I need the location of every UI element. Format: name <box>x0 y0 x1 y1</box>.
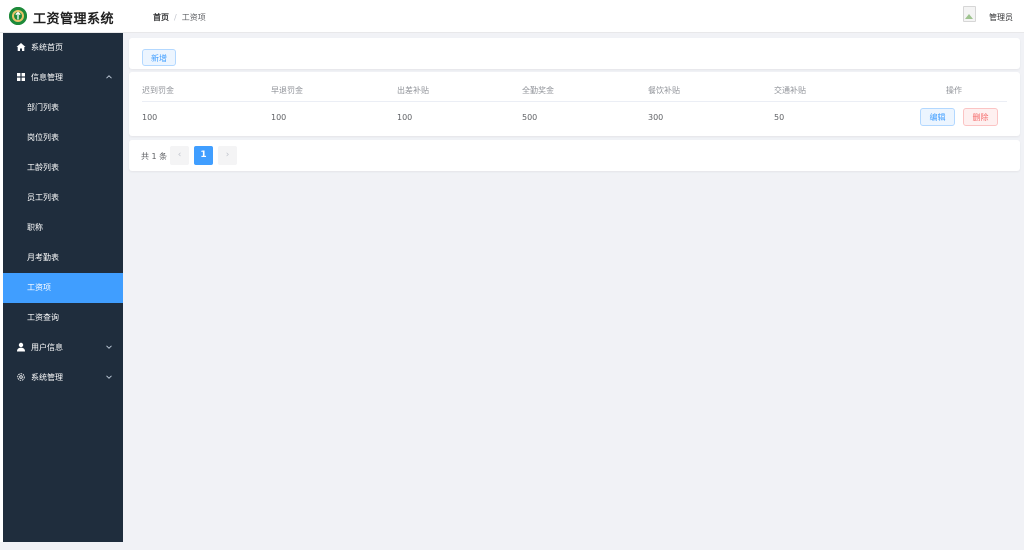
chevron-down-icon <box>106 345 112 349</box>
breadcrumb: 首页 / 工资项 <box>153 12 206 23</box>
table-cell: 300 <box>648 113 664 122</box>
delete-button[interactable]: 删除 <box>963 108 998 126</box>
column-header: 出差补贴 <box>397 86 429 95</box>
sidebar-item-home[interactable]: 系统首页 <box>3 33 123 63</box>
sidebar-item-titles[interactable]: 职称 <box>3 213 123 243</box>
header-divider <box>142 101 1007 102</box>
username[interactable]: 管理员 <box>989 12 1013 23</box>
sidebar-item-user-info[interactable]: 用户信息 <box>3 333 123 363</box>
sidebar-item-label: 工龄列表 <box>27 163 59 172</box>
sidebar-item-salary-query[interactable]: 工资查询 <box>3 303 123 333</box>
main-content: 新增 迟到罚金 早退罚金 出差补贴 全勤奖金 餐饮补贴 交通补贴 操作 100 … <box>123 33 1024 542</box>
salary-items-table: 迟到罚金 早退罚金 出差补贴 全勤奖金 餐饮补贴 交通补贴 操作 100 100… <box>129 72 1020 136</box>
column-header: 迟到罚金 <box>142 86 174 95</box>
top-header: 工资管理系统 首页 / 工资项 管理员 <box>0 0 1024 33</box>
sidebar-item-label: 用户信息 <box>31 343 63 352</box>
column-header: 全勤奖金 <box>522 86 554 95</box>
sidebar-item-employees[interactable]: 员工列表 <box>3 183 123 213</box>
table-cell: 100 <box>397 113 413 122</box>
sidebar-item-label: 岗位列表 <box>27 133 59 142</box>
sidebar-item-label: 月考勤表 <box>27 253 59 262</box>
grid-icon <box>17 73 25 81</box>
sidebar-item-label: 工资查询 <box>27 313 59 322</box>
add-button[interactable]: 新增 <box>142 49 176 66</box>
page-1-button[interactable]: 1 <box>194 146 213 165</box>
next-page-button[interactable]: › <box>218 146 237 165</box>
table-cell: 50 <box>774 113 785 122</box>
home-icon <box>16 43 26 51</box>
sidebar: 系统首页 信息管理 部门列表 岗位列表 工龄列表 员工列表 职称 月考勤表 工资… <box>3 33 123 542</box>
chevron-up-icon <box>106 75 112 79</box>
sidebar-item-departments[interactable]: 部门列表 <box>3 93 123 123</box>
sidebar-item-label: 信息管理 <box>31 73 63 82</box>
sidebar-item-label: 职称 <box>27 223 43 232</box>
gear-icon <box>17 373 25 381</box>
sidebar-item-info[interactable]: 信息管理 <box>3 63 123 93</box>
user-icon <box>17 342 25 352</box>
table-cell: 100 <box>142 113 158 122</box>
avatar-image-icon[interactable] <box>963 6 976 22</box>
sidebar-item-seniority[interactable]: 工龄列表 <box>3 153 123 183</box>
breadcrumb-separator: / <box>174 13 177 22</box>
edit-button[interactable]: 编辑 <box>920 108 955 126</box>
column-header: 早退罚金 <box>271 86 303 95</box>
breadcrumb-current: 工资项 <box>181 13 206 22</box>
sidebar-item-label: 员工列表 <box>27 193 59 202</box>
app-logo-icon <box>9 7 27 25</box>
toolbar-card: 新增 <box>129 38 1020 69</box>
sidebar-item-label: 部门列表 <box>27 103 59 112</box>
table-cell: 100 <box>271 113 287 122</box>
column-header: 操作 <box>946 86 962 95</box>
chevron-down-icon <box>106 375 112 379</box>
pagination-bar: 共 1 条 ‹ 1 › <box>129 140 1020 171</box>
sidebar-item-attendance[interactable]: 月考勤表 <box>3 243 123 273</box>
column-header: 交通补贴 <box>774 86 806 95</box>
pagination-total: 共 1 条 <box>141 152 168 161</box>
breadcrumb-home[interactable]: 首页 <box>153 13 169 22</box>
sidebar-item-salary-items[interactable]: 工资项 <box>3 273 123 303</box>
column-header: 餐饮补贴 <box>648 86 680 95</box>
prev-page-button[interactable]: ‹ <box>170 146 189 165</box>
sidebar-item-positions[interactable]: 岗位列表 <box>3 123 123 153</box>
sidebar-item-label: 系统管理 <box>31 373 63 382</box>
bottom-bar <box>0 542 1024 550</box>
sidebar-item-system[interactable]: 系统管理 <box>3 363 123 393</box>
sidebar-item-label: 工资项 <box>27 283 51 292</box>
sidebar-item-label: 系统首页 <box>31 43 63 52</box>
table-cell: 500 <box>522 113 538 122</box>
app-title: 工资管理系统 <box>33 12 115 27</box>
